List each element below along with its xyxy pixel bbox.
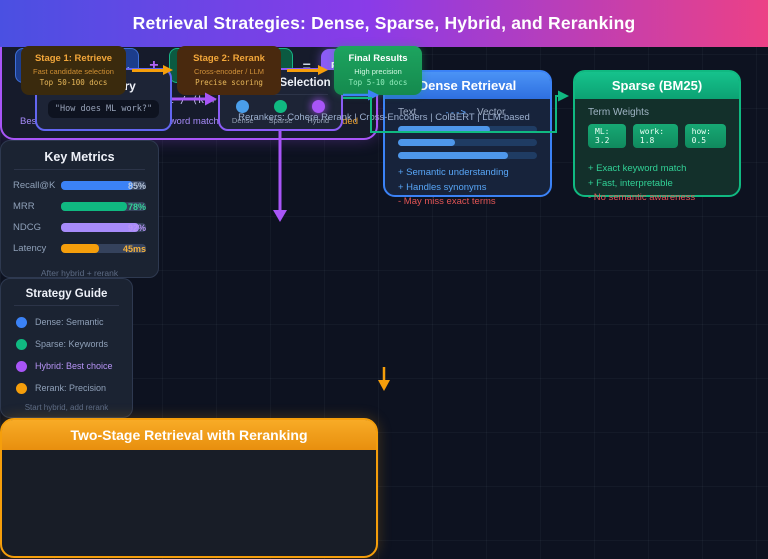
term-chip: work: 1.8 [633,124,678,148]
vector-bar [398,152,537,159]
final-results-line1: High precision [334,67,422,76]
stage2-line1: Cross-encoder / LLM [177,67,281,76]
term-weight-chips: ML: 3.2 work: 1.8 how: 0.5 [588,124,726,148]
pro-point: + Exact keyword match [588,162,726,177]
sparse-bm25-header: Sparse (BM25) [575,72,739,99]
key-metrics-footer: After hybrid + rerank [1,268,158,278]
two-stage-header: Two-Stage Retrieval with Reranking [2,420,376,450]
guide-items: Dense: Semantic Sparse: Keywords Hybrid:… [1,311,132,399]
stage2-rerank-box: Stage 2: Rerank Cross-encoder / LLM Prec… [177,46,281,95]
vector-bar [398,139,537,146]
strategy-guide-panel: Strategy Guide Dense: Semantic Sparse: K… [0,278,133,418]
final-results-line2: Top 5-10 docs [334,78,422,87]
rerank-dot-icon [16,383,27,394]
metric-row-mrr: MRR 78% [1,196,158,217]
dense-points: + Semantic understanding + Handles synon… [398,166,537,210]
con-point: - No semantic awareness [588,191,726,206]
strategy-guide-title: Strategy Guide [1,288,132,300]
stage2-line2: Precise scoring [177,78,281,87]
stage1-line2: Top 50-100 docs [21,78,126,87]
divider [14,305,119,306]
metric-row-ndcg: NDCG 92% [1,217,158,238]
final-results-title: Final Results [334,53,422,64]
pro-point: + Handles synonyms [398,181,537,196]
page-title: Retrieval Strategies: Dense, Sparse, Hyb… [133,13,636,34]
guide-item: Rerank: Precision [16,377,132,399]
term-chip: how: 0.5 [685,124,726,148]
vector-bar [398,126,537,133]
key-metrics-title: Key Metrics [1,150,158,164]
key-metrics-panel: Key Metrics Recall@K 85% MRR 78% NDCG 92… [0,140,159,278]
stage1-title: Stage 1: Retrieve [21,53,126,64]
arrow-stage2-to-final [287,69,319,72]
final-results-box: Final Results High precision Top 5-10 do… [334,46,422,95]
metric-row-latency: Latency 45ms [1,238,158,259]
guide-item: Sparse: Keywords [16,333,132,355]
stage1-retrieve-box: Stage 1: Retrieve Fast candidate selecti… [21,46,126,95]
metric-rows: Recall@K 85% MRR 78% NDCG 92% Latency 45… [1,175,158,259]
sparse-points: + Exact keyword match + Fast, interpreta… [588,162,726,206]
sparse-bm25-panel: Sparse (BM25) Term Weights ML: 3.2 work:… [573,70,741,197]
rerankers-footer: Rerankers: Cohere Rerank | Cross-Encoder… [0,112,768,123]
arrow-stage1-to-stage2 [132,69,164,72]
arrow-hybrid-to-twostage [378,367,390,391]
pro-point: + Fast, interpretable [588,177,726,192]
strategy-guide-footer: Start hybrid, add rerank [1,403,132,412]
guide-item: Dense: Semantic [16,311,132,333]
hybrid-dot-icon [16,361,27,372]
title-bar: Retrieval Strategies: Dense, Sparse, Hyb… [0,0,768,47]
guide-item: Hybrid: Best choice [16,355,132,377]
stage2-title: Stage 2: Rerank [177,53,281,64]
retrieval-strategies-diagram: Retrieval Strategies: Dense, Sparse, Hyb… [0,0,768,559]
arrow-strategy-to-hybrid [273,131,287,222]
stage1-line1: Fast candidate selection [21,67,126,76]
vector-bars [398,126,537,159]
divider [14,169,145,170]
metric-row-recall: Recall@K 85% [1,175,158,196]
term-chip: ML: 3.2 [588,124,626,148]
pro-point: + Semantic understanding [398,166,537,181]
con-point: - May miss exact terms [398,195,537,210]
sparse-dot-icon [16,339,27,350]
two-stage-reranking-panel: Two-Stage Retrieval with Reranking Stage… [0,418,378,558]
dense-dot-icon [16,317,27,328]
